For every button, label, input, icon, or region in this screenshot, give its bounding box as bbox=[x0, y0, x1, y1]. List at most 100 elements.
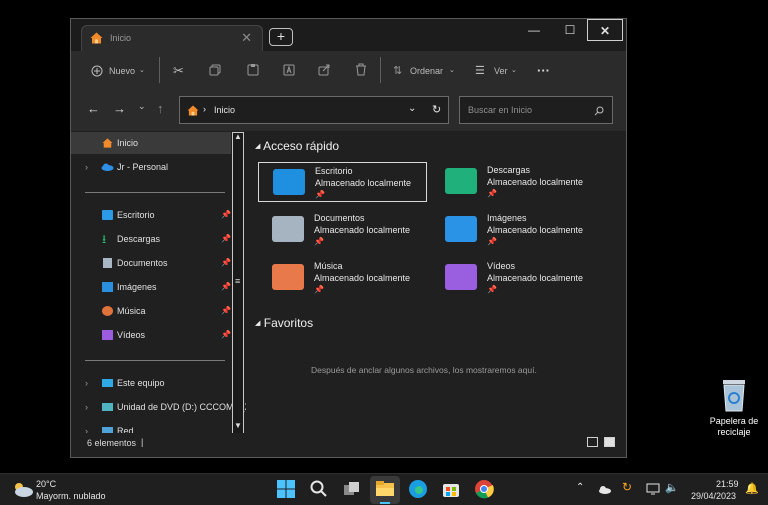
tray-chevron-up-icon[interactable]: ⌃ bbox=[576, 482, 584, 493]
file-explorer-window: Inicio ✕ + — ☐ ✕ Nuevo ⌄ ✂ ⇅ Ordenar ⌄ ☰… bbox=[70, 18, 627, 458]
recycle-bin[interactable]: Papelera de reciclaje bbox=[700, 378, 768, 448]
tile-subtitle: Almacenado localmente bbox=[314, 225, 411, 235]
videos-folder-icon bbox=[445, 264, 477, 290]
sidebar-item-descargas[interactable]: ⭳ Descargas 📌 bbox=[71, 228, 231, 250]
search-input[interactable]: Buscar en Inicio bbox=[459, 96, 613, 124]
divider bbox=[85, 192, 225, 193]
update-icon[interactable]: ↻ bbox=[622, 480, 632, 494]
toolbar-divider bbox=[159, 57, 160, 83]
tab-label: Inicio bbox=[110, 33, 132, 43]
tiles-view-icon[interactable] bbox=[604, 437, 615, 447]
onedrive-icon[interactable] bbox=[598, 485, 612, 494]
share-icon[interactable] bbox=[318, 63, 331, 76]
favorites-header[interactable]: ◢ Favoritos bbox=[255, 316, 313, 330]
edge-icon[interactable] bbox=[408, 479, 428, 499]
delete-icon[interactable] bbox=[355, 63, 367, 76]
scroll-thumb[interactable]: ≡ bbox=[235, 276, 240, 286]
sidebar-item-musica[interactable]: Música 📌 bbox=[71, 300, 231, 322]
cut-icon[interactable]: ✂ bbox=[173, 61, 184, 81]
clock-date[interactable]: 29/04/2023 bbox=[691, 491, 736, 501]
address-bar[interactable]: › Inicio ⌄ ↻ bbox=[179, 96, 449, 124]
title-bar: Inicio ✕ + — ☐ ✕ bbox=[71, 19, 626, 51]
chrome-icon[interactable] bbox=[474, 479, 494, 499]
notifications-icon[interactable]: 🔔 bbox=[745, 482, 759, 495]
search-icon bbox=[594, 106, 604, 116]
sidebar-item-dvd[interactable]: › Unidad de DVD (D:) CCCOMA_X64FRE_ES-ES… bbox=[71, 396, 246, 418]
refresh-icon[interactable]: ↻ bbox=[432, 103, 441, 116]
maximize-button[interactable]: ☐ bbox=[552, 19, 588, 41]
tile-name: Documentos bbox=[314, 213, 365, 223]
tile-documentos[interactable]: Documentos Almacenado localmente 📌 bbox=[258, 210, 426, 250]
sidebar-item-label: Este equipo bbox=[117, 378, 165, 388]
tile-escritorio[interactable]: Escritorio Almacenado localmente 📌 bbox=[258, 162, 427, 202]
active-indicator bbox=[380, 502, 390, 504]
cloud-icon bbox=[101, 163, 114, 171]
sidebar-item-onedrive[interactable]: › Jr - Personal bbox=[71, 156, 231, 178]
search-placeholder: Buscar en Inicio bbox=[468, 105, 533, 115]
search-icon[interactable] bbox=[309, 479, 329, 499]
store-icon[interactable] bbox=[441, 479, 461, 499]
address-row: ← → ⌄ ↑ › Inicio ⌄ ↻ Buscar en Inicio bbox=[71, 91, 626, 131]
favorites-empty-message: Después de anclar algunos archivos, los … bbox=[311, 365, 537, 375]
minimize-button[interactable]: — bbox=[516, 19, 552, 41]
weather-cloud-icon[interactable] bbox=[12, 481, 34, 497]
pin-icon: 📌 bbox=[221, 234, 231, 243]
address-dropdown-icon[interactable]: ⌄ bbox=[408, 103, 416, 114]
pin-icon: 📌 bbox=[221, 210, 231, 219]
pictures-icon bbox=[102, 282, 113, 292]
network-icon[interactable] bbox=[646, 483, 660, 495]
pin-icon: 📌 bbox=[487, 237, 497, 246]
start-icon[interactable] bbox=[276, 479, 296, 499]
paste-icon[interactable] bbox=[247, 63, 259, 76]
tile-subtitle: Almacenado localmente bbox=[315, 178, 412, 188]
sidebar-item-escritorio[interactable]: Escritorio 📌 bbox=[71, 204, 231, 226]
rename-icon[interactable] bbox=[283, 63, 295, 76]
pin-icon: 📌 bbox=[221, 330, 231, 339]
status-bar: 6 elementos | bbox=[71, 433, 626, 457]
scroll-up-icon[interactable]: ▲ bbox=[234, 132, 242, 141]
download-icon: ⭳ bbox=[102, 232, 107, 246]
forward-arrow-icon[interactable]: → bbox=[113, 101, 126, 116]
sidebar-item-imagenes[interactable]: Imágenes 📌 bbox=[71, 276, 231, 298]
tab-inicio[interactable]: Inicio ✕ bbox=[81, 25, 263, 51]
sidebar-item-inicio[interactable]: Inicio bbox=[71, 132, 231, 154]
close-button[interactable]: ✕ bbox=[587, 19, 623, 41]
item-count: 6 elementos bbox=[87, 438, 137, 448]
weather-description[interactable]: Mayorm. nublado bbox=[36, 491, 106, 501]
video-icon bbox=[102, 330, 113, 340]
nav-scrollbar[interactable]: ▲ ≡ ▼ bbox=[232, 132, 244, 434]
tile-descargas[interactable]: Descargas Almacenado localmente 📌 bbox=[431, 162, 599, 202]
sidebar-item-documentos[interactable]: Documentos 📌 bbox=[71, 252, 231, 274]
tile-musica[interactable]: Música Almacenado localmente 📌 bbox=[258, 258, 426, 298]
command-bar: Nuevo ⌄ ✂ ⇅ Ordenar ⌄ ☰ Ver ⌄ ··· bbox=[71, 51, 626, 91]
up-arrow-icon[interactable]: ↑ bbox=[157, 101, 164, 116]
file-explorer-icon[interactable] bbox=[375, 479, 395, 499]
sidebar-item-este-equipo[interactable]: › Este equipo bbox=[71, 372, 231, 394]
details-view-icon[interactable] bbox=[587, 437, 598, 447]
recent-chevron-icon[interactable]: ⌄ bbox=[138, 101, 146, 112]
back-arrow-icon[interactable]: ← bbox=[87, 101, 100, 116]
scroll-down-icon[interactable]: ▼ bbox=[234, 421, 242, 430]
sidebar-item-videos[interactable]: Vídeos 📌 bbox=[71, 324, 231, 346]
pin-icon: 📌 bbox=[221, 258, 231, 267]
tile-imagenes[interactable]: Imágenes Almacenado localmente 📌 bbox=[431, 210, 599, 250]
volume-icon[interactable]: 🔈 bbox=[665, 481, 679, 494]
temperature[interactable]: 20°C bbox=[36, 479, 56, 489]
more-options-button[interactable]: ··· bbox=[537, 61, 550, 81]
copy-icon[interactable] bbox=[209, 64, 221, 76]
new-tab-button[interactable]: + bbox=[269, 28, 293, 46]
tile-videos[interactable]: Vídeos Almacenado localmente 📌 bbox=[431, 258, 599, 298]
sidebar-item-label: Escritorio bbox=[117, 210, 155, 220]
sidebar-item-label: Descargas bbox=[117, 234, 161, 244]
clock-time[interactable]: 21:59 bbox=[716, 479, 739, 489]
desktop-folder-icon bbox=[273, 169, 305, 195]
chevron-right-icon: › bbox=[85, 402, 88, 412]
breadcrumb-inicio[interactable]: Inicio bbox=[214, 105, 235, 115]
tab-close-button[interactable]: ✕ bbox=[241, 30, 252, 46]
task-view-icon[interactable] bbox=[342, 479, 362, 499]
quick-access-header[interactable]: ◢ Acceso rápido bbox=[255, 139, 339, 153]
sort-label: Ordenar bbox=[410, 66, 444, 76]
recycle-bin-icon bbox=[723, 380, 745, 412]
collapse-icon: ◢ bbox=[255, 320, 261, 327]
sidebar-item-red[interactable]: › Red bbox=[71, 420, 231, 433]
